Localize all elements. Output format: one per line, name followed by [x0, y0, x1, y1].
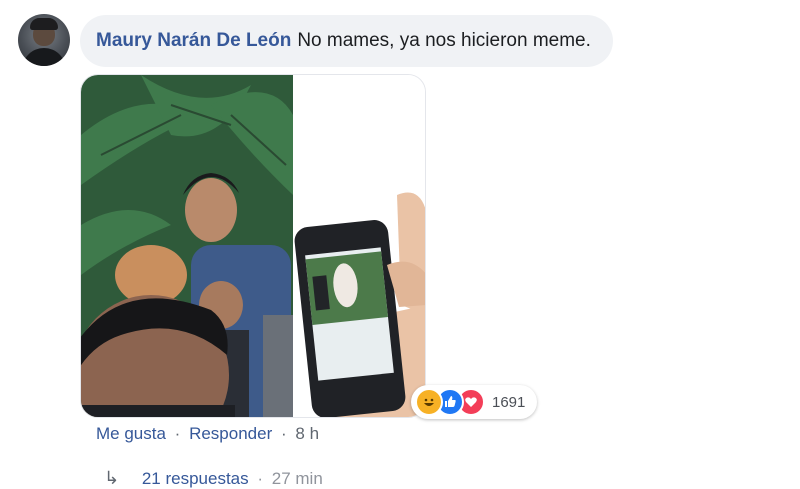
reactions-summary[interactable]: 1691 — [411, 385, 538, 419]
reply-link[interactable]: Responder — [189, 424, 272, 443]
comment-actions: Me gusta · Responder · 8 h — [96, 424, 319, 444]
replies-timestamp: 27 min — [271, 469, 323, 488]
comment-attached-image[interactable] — [80, 74, 426, 418]
haha-icon — [415, 388, 443, 416]
reaction-count: 1691 — [492, 393, 526, 411]
reply-arrow-icon: ↳ — [104, 468, 120, 488]
comment-timestamp[interactable]: 8 h — [295, 424, 319, 443]
separator: · — [280, 424, 287, 443]
comment-author-link[interactable]: Maury Narán De León — [96, 30, 291, 52]
replies-count-link[interactable]: 21 respuestas — [142, 469, 249, 488]
like-link[interactable]: Me gusta — [96, 424, 166, 443]
comment-bubble: Maury Narán De León No mames, ya nos hic… — [80, 15, 613, 67]
separator: · — [257, 469, 264, 488]
comment-text: No mames, ya nos hicieron meme. — [297, 30, 591, 51]
separator: · — [174, 424, 181, 443]
commenter-avatar[interactable] — [18, 14, 70, 66]
